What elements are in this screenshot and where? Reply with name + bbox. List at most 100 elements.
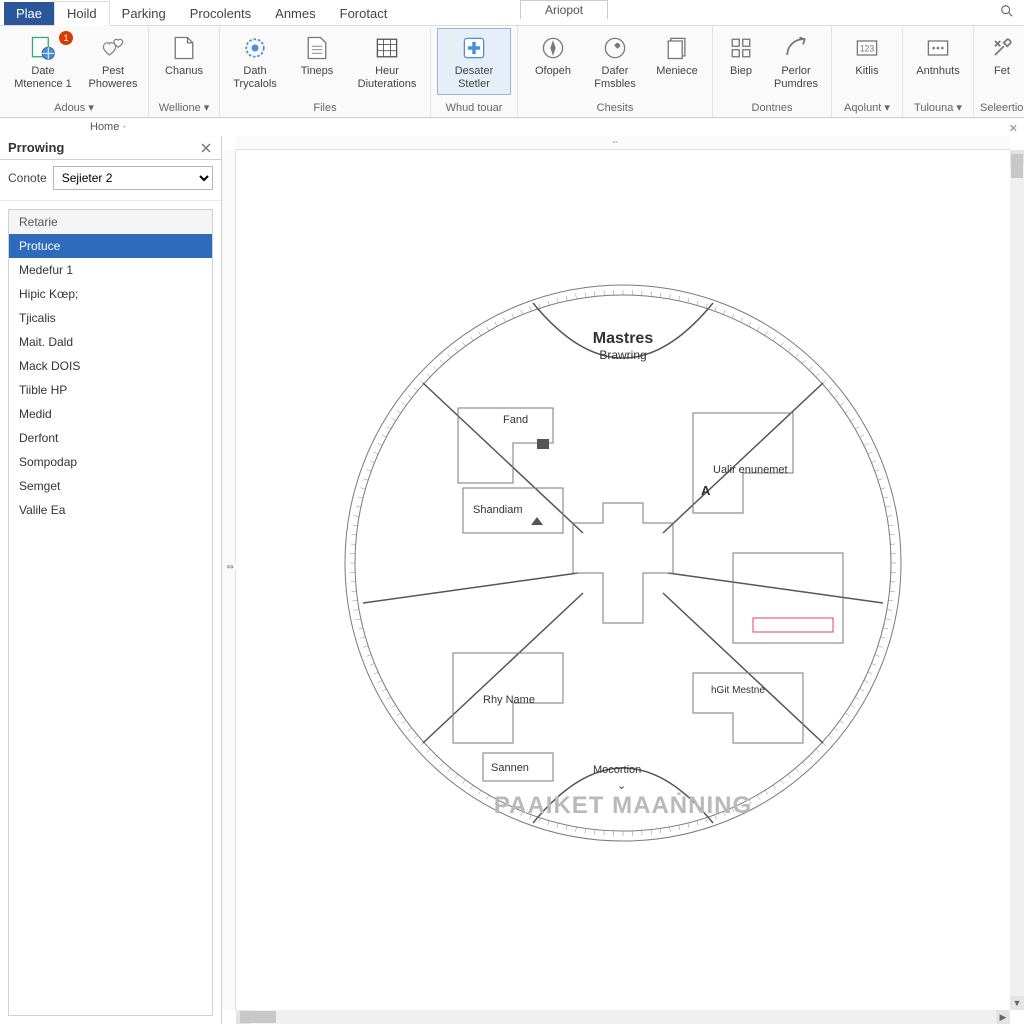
tab-file[interactable]: Plae [4, 2, 54, 25]
scroll-down-icon[interactable]: ▼ [1010, 996, 1024, 1010]
canvas-close-icon[interactable]: ✕ [1005, 122, 1022, 135]
heur-diuterations-button[interactable]: Heur Diuterations [350, 28, 424, 95]
panel-title: Prrowing [8, 140, 64, 155]
ribbon-group-label: Dontnes [719, 100, 825, 117]
room-shandiam-label: Shandiam [473, 504, 523, 516]
list-item[interactable]: Mait. Dald [9, 330, 212, 354]
tab-anmes[interactable]: Anmes [263, 2, 327, 25]
room-rhy-label: Rhy Name [483, 694, 535, 706]
ribbon-group: Fet Seleertions [974, 26, 1024, 117]
list-item[interactable]: Derfont [9, 426, 212, 450]
fixture-icon [537, 439, 549, 449]
room-hgit-label: hGit Mestne [711, 685, 765, 696]
arrow-curve-icon [781, 33, 811, 63]
ribbon-button-label: Pest Phoweres [87, 65, 139, 90]
meniece-button[interactable]: Meniece [648, 28, 706, 83]
search-icon[interactable] [1000, 4, 1014, 18]
ribbon-group-label: Seleertions [980, 100, 1024, 117]
ribbon-button-label: Biep [730, 65, 752, 78]
chanus-button[interactable]: Chanus [155, 28, 213, 83]
ribbon-group: Dath Trycalols Tineps Heur Diuterations Fil… [220, 26, 431, 117]
ribbon-group-label: Whud touar [437, 100, 511, 117]
ribbon-group-label: Files [226, 100, 424, 117]
chevron-down-icon: ⌄ [617, 780, 626, 792]
fet-button[interactable]: Fet [980, 28, 1024, 83]
scroll-right-icon[interactable]: ▶ [996, 1010, 1010, 1024]
panel-close-icon[interactable] [199, 141, 213, 155]
scroll-thumb-h[interactable] [240, 1011, 276, 1023]
list-item[interactable]: Mack DOIS [9, 354, 212, 378]
list-item[interactable]: Tiible HP [9, 378, 212, 402]
document-tab[interactable]: Ariopot [520, 0, 608, 19]
list-item[interactable]: Tjicalis [9, 306, 212, 330]
antnhuts-button[interactable]: Antnhuts [909, 28, 967, 83]
filter-select[interactable]: Sejieter 2 [53, 166, 213, 190]
scrollbar-vertical[interactable]: ▲ ▼ [1010, 150, 1024, 1010]
ruler-mark-icon: ⇔ [608, 136, 623, 146]
ribbon-group: 1Date Mtenence 1 Pest Phoweres Adous ▾ [0, 26, 149, 117]
dafer-fmsbles-button[interactable]: Dafer Fmsbles [586, 28, 644, 95]
pest-phoweres-button[interactable]: Pest Phoweres [84, 28, 142, 95]
list-item[interactable]: Hipic Kœp; [9, 282, 212, 306]
wrench-cross-icon [987, 33, 1017, 63]
ribbon-group: Antnhuts Tulouna ▾ [903, 26, 974, 117]
plus-badge-icon [459, 33, 489, 63]
desater-stetler-button[interactable]: Desater Stetler [437, 28, 511, 95]
filter-label: Conote [8, 171, 47, 185]
biep-button[interactable]: Biep [719, 28, 763, 83]
dath-trycalols-button[interactable]: Dath Trycalols [226, 28, 284, 95]
hearts-icon [98, 33, 128, 63]
svg-text:123: 123 [860, 44, 875, 54]
box-digits-icon: 123 [852, 33, 882, 63]
tab-parking[interactable]: Parking [110, 2, 178, 25]
breadcrumb-home[interactable]: Home · [90, 121, 126, 133]
ribbon-group: OfopehDafer FmsblesMenieceChesits [518, 26, 713, 117]
ribbon-button-label: Antnhuts [916, 65, 959, 78]
room-ualir-label: Ualir enunemet [713, 464, 788, 476]
page-fold-icon [169, 33, 199, 63]
browser-panel: Prrowing Conote Sejieter 2 RetarieProtuc… [0, 136, 222, 1024]
ribbon-group-label: Wellione ▾ [155, 99, 213, 117]
ribbon-group-label: Adous ▾ [6, 99, 142, 117]
perlor-pumdres-button[interactable]: Perlor Pumdres [767, 28, 825, 95]
list-item[interactable]: Medid [9, 402, 212, 426]
list-item[interactable]: Medefur 1 [9, 258, 212, 282]
list-item[interactable]: Semget [9, 474, 212, 498]
selected-element[interactable] [753, 618, 833, 632]
tab-hoild[interactable]: Hoild [54, 1, 110, 26]
ruler-horizontal: ⇔ [236, 136, 1010, 150]
ribbon-button-label: Chanus [165, 65, 203, 78]
doc-globe-icon [28, 33, 58, 63]
scrollbar-horizontal[interactable]: ◀ ▶ [236, 1010, 1010, 1024]
ribbon-button-label: Kitlis [855, 65, 878, 78]
list-item[interactable]: Sompodap [9, 450, 212, 474]
tab-procolents[interactable]: Procolents [178, 2, 263, 25]
ribbon: 1Date Mtenence 1 Pest Phoweres Adous ▾ Chan… [0, 26, 1024, 118]
otopeh-button[interactable]: Ofopeh [524, 28, 582, 83]
panel-list: RetarieProtuceMedefur 1Hipic Kœp;Tjicali… [8, 209, 213, 1016]
tab-forotact[interactable]: Forotact [328, 2, 400, 25]
list-item[interactable]: Protuce [9, 234, 212, 258]
ribbon-group: Desater Stetler Whud touar [431, 26, 518, 117]
watermark-text: PAAIKET MAAṄNING [494, 792, 752, 819]
kitks-button[interactable]: 123 Kitlis [838, 28, 896, 83]
table-grid-icon [372, 33, 402, 63]
drawing-canvas[interactable]: Fand Shandiam Ualir enunemet A hGit Mest… [236, 150, 1010, 1010]
list-item[interactable]: Valile Ea [9, 498, 212, 522]
ribbon-button-label: Dafer Fmsbles [589, 65, 641, 90]
ribbon-button-label: Ofopeh [535, 65, 571, 78]
ribbon-group: 123KitlisAqolunt ▾ [832, 26, 903, 117]
ribbon-button-label: Meniece [656, 65, 698, 78]
ribbon-group-label: Tulouna ▾ [909, 99, 967, 117]
tineps-button[interactable]: Tineps [288, 28, 346, 83]
gear-ring-icon [240, 33, 270, 63]
canvas-wrap: ✕ ⇔ ⇕ ▲ ▼ ◀ ▶ [222, 136, 1024, 1024]
scroll-thumb-v[interactable] [1011, 154, 1023, 178]
date-mtenence-button[interactable]: 1Date Mtenence 1 [6, 28, 80, 95]
list-item: Retarie [9, 210, 212, 234]
ribbon-button-label: Heur Diuterations [353, 65, 421, 90]
main-area: Prrowing Conote Sejieter 2 RetarieProtuc… [0, 136, 1024, 1024]
ribbon-button-label: Tineps [301, 65, 334, 78]
room-a-label: A [701, 483, 711, 498]
ruler-vertical: ⇕ [222, 150, 236, 1010]
